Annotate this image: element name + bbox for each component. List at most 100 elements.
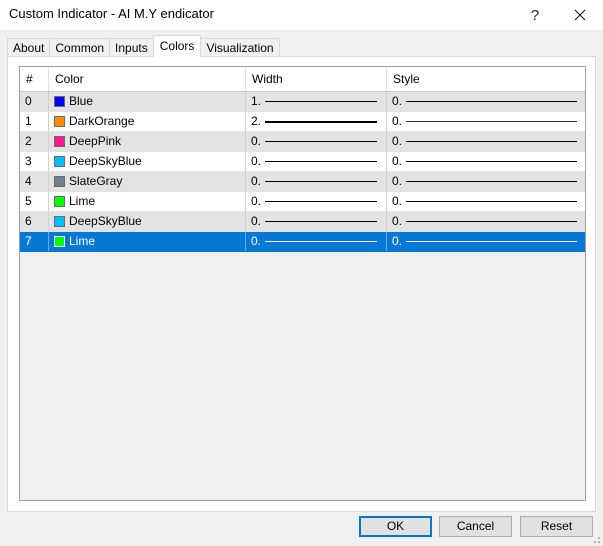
- style-line-preview: [406, 241, 577, 242]
- table-row[interactable]: 0 Blue 1. 0.: [20, 92, 585, 112]
- style-cell[interactable]: 0.: [387, 212, 585, 231]
- color-swatch: [54, 96, 65, 107]
- style-cell[interactable]: 0.: [387, 92, 585, 111]
- color-name: Lime: [69, 194, 96, 208]
- help-button[interactable]: ?: [512, 0, 558, 30]
- reset-button[interactable]: Reset: [520, 516, 593, 537]
- style-line-preview: [406, 141, 577, 142]
- style-line-preview: [406, 161, 577, 162]
- color-cell[interactable]: DeepPink: [49, 132, 246, 151]
- color-cell[interactable]: Lime: [49, 192, 246, 211]
- style-value: 0.: [392, 154, 403, 168]
- color-name: DeepPink: [69, 134, 122, 148]
- width-line-preview: [265, 141, 377, 142]
- style-value: 0.: [392, 214, 403, 228]
- table-row[interactable]: 4 SlateGray 0. 0.: [20, 172, 585, 192]
- table-row[interactable]: 1 DarkOrange 2. 0.: [20, 112, 585, 132]
- color-cell[interactable]: DeepSkyBlue: [49, 152, 246, 171]
- width-cell[interactable]: 0.: [246, 152, 387, 171]
- color-cell[interactable]: DeepSkyBlue: [49, 212, 246, 231]
- header-width: Width: [246, 67, 387, 91]
- header-num: #: [20, 67, 49, 91]
- width-value: 1.: [251, 94, 262, 108]
- table-row[interactable]: 5 Lime 0. 0.: [20, 192, 585, 212]
- tab-inputs[interactable]: Inputs: [109, 38, 154, 57]
- width-cell[interactable]: 0.: [246, 172, 387, 191]
- close-button[interactable]: [557, 0, 603, 30]
- style-cell[interactable]: 0.: [387, 152, 585, 171]
- tab-about[interactable]: About: [7, 38, 51, 57]
- color-cell[interactable]: Lime: [49, 232, 246, 251]
- close-icon: [574, 9, 586, 21]
- window-title: Custom Indicator - AI M.Y endicator: [9, 6, 214, 21]
- width-value: 0.: [251, 174, 262, 188]
- style-line-preview: [406, 121, 577, 122]
- color-name: Lime: [69, 234, 96, 248]
- row-index: 1: [20, 112, 49, 131]
- style-cell[interactable]: 0.: [387, 232, 585, 251]
- width-cell[interactable]: 0.: [246, 232, 387, 251]
- style-value: 0.: [392, 174, 403, 188]
- row-index: 3: [20, 152, 49, 171]
- row-index: 4: [20, 172, 49, 191]
- style-line-preview: [406, 101, 577, 102]
- width-cell[interactable]: 0.: [246, 212, 387, 231]
- style-cell[interactable]: 0.: [387, 172, 585, 191]
- width-cell[interactable]: 0.: [246, 132, 387, 151]
- cancel-button[interactable]: Cancel: [439, 516, 512, 537]
- width-line-preview: [265, 241, 377, 242]
- width-line-preview: [265, 101, 377, 102]
- title-bar: Custom Indicator - AI M.Y endicator ?: [0, 0, 603, 30]
- resize-grip-icon[interactable]: [591, 534, 601, 544]
- color-name: DeepSkyBlue: [69, 214, 142, 228]
- tab-strip: About Common Inputs Colors Visualization: [7, 35, 280, 57]
- table-row[interactable]: 2 DeepPink 0. 0.: [20, 132, 585, 152]
- style-line-preview: [406, 201, 577, 202]
- color-cell[interactable]: DarkOrange: [49, 112, 246, 131]
- color-swatch: [54, 196, 65, 207]
- width-cell[interactable]: 0.: [246, 192, 387, 211]
- table-row[interactable]: 7 Lime 0. 0.: [20, 232, 585, 252]
- ok-button[interactable]: OK: [359, 516, 432, 537]
- style-value: 0.: [392, 94, 403, 108]
- style-value: 0.: [392, 134, 403, 148]
- style-cell[interactable]: 0.: [387, 132, 585, 151]
- style-line-preview: [406, 181, 577, 182]
- width-value: 0.: [251, 234, 262, 248]
- tab-colors[interactable]: Colors: [152, 35, 202, 57]
- header-style: Style: [393, 72, 420, 86]
- style-value: 0.: [392, 234, 403, 248]
- color-swatch: [54, 236, 65, 247]
- width-line-preview: [265, 201, 377, 202]
- color-swatch: [54, 136, 65, 147]
- row-index: 7: [20, 232, 49, 251]
- color-swatch: [54, 176, 65, 187]
- width-value: 0.: [251, 214, 262, 228]
- tab-visualization[interactable]: Visualization: [200, 38, 280, 57]
- colors-grid: # Color Width Style 0 Blue 1. 0. 1 DarkOrange…: [19, 66, 586, 501]
- width-cell[interactable]: 2.: [246, 112, 387, 131]
- width-value: 2.: [251, 114, 262, 128]
- row-index: 0: [20, 92, 49, 111]
- width-value: 0.: [251, 194, 262, 208]
- tab-common[interactable]: Common: [49, 38, 111, 57]
- width-line-preview: [265, 161, 377, 162]
- style-cell[interactable]: 0.: [387, 112, 585, 131]
- grid-header: # Color Width Style: [20, 67, 585, 92]
- color-swatch: [54, 216, 65, 227]
- row-index: 2: [20, 132, 49, 151]
- help-icon: ?: [530, 6, 540, 24]
- color-swatch: [54, 116, 65, 127]
- width-value: 0.: [251, 134, 262, 148]
- width-cell[interactable]: 1.: [246, 92, 387, 111]
- table-row[interactable]: 6 DeepSkyBlue 0. 0.: [20, 212, 585, 232]
- color-cell[interactable]: Blue: [49, 92, 246, 111]
- table-row[interactable]: 3 DeepSkyBlue 0. 0.: [20, 152, 585, 172]
- width-value: 0.: [251, 154, 262, 168]
- color-name: SlateGray: [69, 174, 123, 188]
- row-index: 5: [20, 192, 49, 211]
- colors-panel: # Color Width Style 0 Blue 1. 0. 1 DarkOrange…: [7, 56, 596, 512]
- width-line-preview: [265, 120, 377, 123]
- style-cell[interactable]: 0.: [387, 192, 585, 211]
- color-cell[interactable]: SlateGray: [49, 172, 246, 191]
